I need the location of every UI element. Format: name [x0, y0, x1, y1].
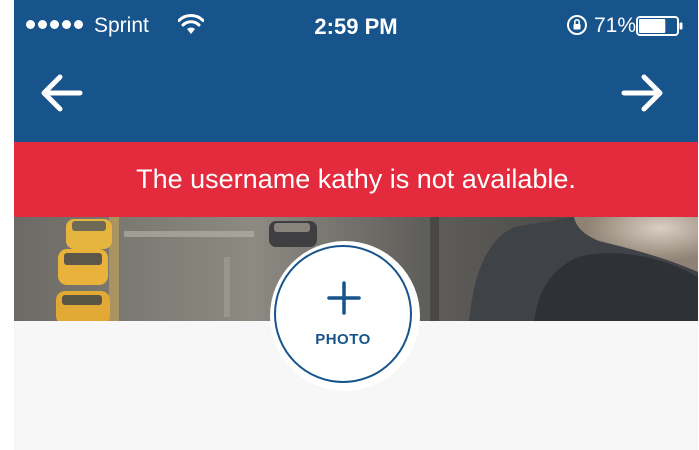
forward-arrow-icon[interactable]	[618, 68, 668, 118]
add-photo-label: PHOTO	[315, 331, 371, 348]
username-error-banner: The username kathy is not available.	[14, 142, 698, 217]
add-photo-button[interactable]: PHOTO	[274, 245, 412, 383]
status-bar: Sprint 2:59 PM 71%	[14, 0, 698, 56]
top-bar: Sprint 2:59 PM 71%	[14, 0, 698, 142]
orientation-lock-icon	[567, 15, 587, 35]
battery-percent: 71%	[594, 14, 637, 37]
battery-icon	[636, 16, 683, 36]
back-arrow-icon[interactable]	[36, 68, 86, 118]
plus-icon	[327, 281, 361, 315]
